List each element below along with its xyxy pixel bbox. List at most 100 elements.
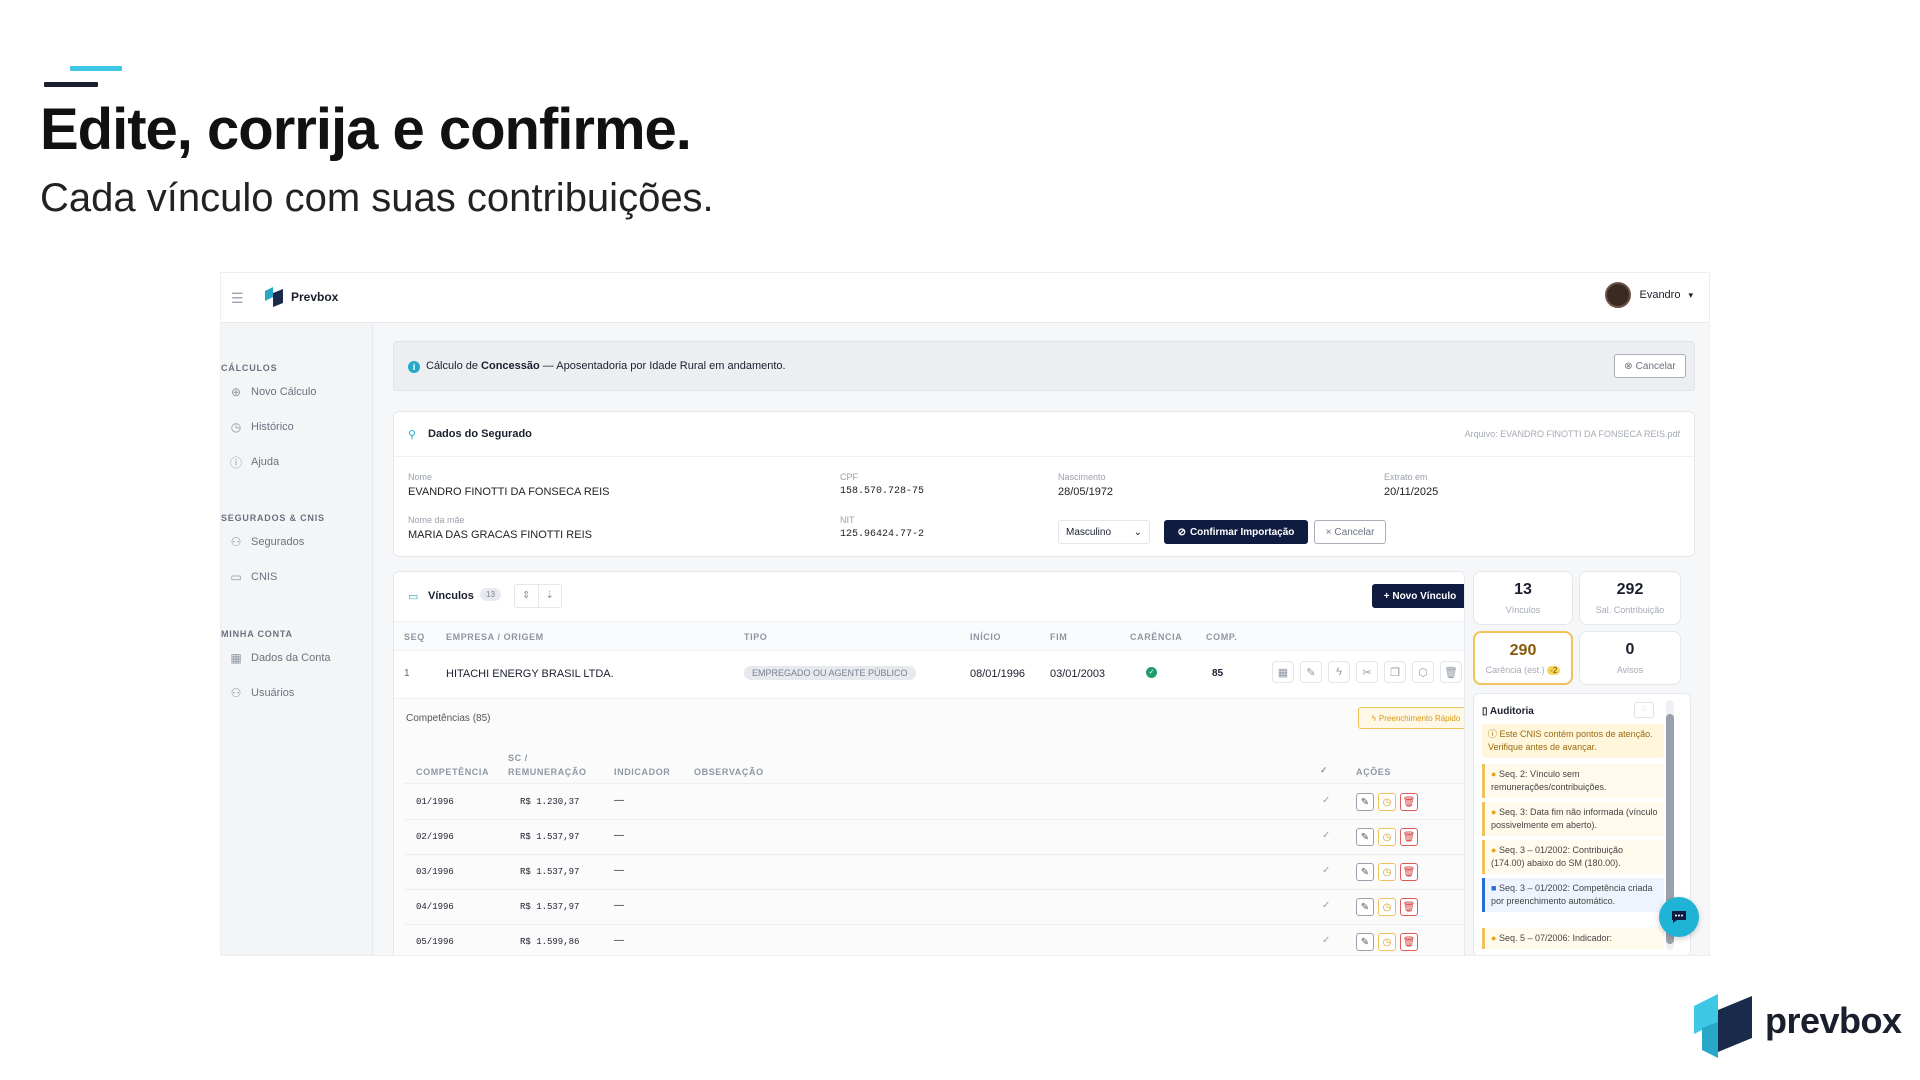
collapse-all-icon[interactable]: ⇣: [539, 585, 562, 607]
sidebar-item-label: Segurados: [251, 536, 305, 548]
calendar-icon[interactable]: ▦: [1272, 661, 1294, 683]
close-circle-icon: ⊗: [1624, 360, 1633, 372]
novo-vinculo-button[interactable]: + Novo Vínculo: [1372, 584, 1464, 608]
col-header-check: ✓: [1320, 765, 1329, 775]
stat-carencia: 290 Carência (est.) -2: [1473, 631, 1573, 685]
vinculos-card: ▭ Vínculos 13 ⇕ ⇣ + Novo Vínculo SEQ EMP…: [393, 571, 1465, 955]
close-icon: ×: [1325, 526, 1332, 538]
cancel-import-button[interactable]: × Cancelar: [1314, 520, 1386, 544]
col-header-acoes: AÇÕES: [1356, 767, 1392, 777]
subheadline: Cada vínculo com suas contribuições.: [40, 176, 714, 220]
confirm-import-button[interactable]: ⊘ Confirmar Importação: [1164, 520, 1308, 544]
trash-icon[interactable]: 🗑: [1400, 933, 1418, 951]
sidebar-item-cnis[interactable]: ▭ CNIS: [229, 570, 277, 584]
clock-icon[interactable]: ◷: [1378, 793, 1396, 811]
col-header-seq: SEQ: [404, 632, 425, 642]
edit-icon[interactable]: ✎: [1356, 933, 1374, 951]
warning-dot-icon: ●: [1491, 769, 1499, 779]
empresa-value: HITACHI ENERGY BRASIL LTDA.: [446, 668, 614, 680]
col-header-inicio: INÍCIO: [970, 632, 1002, 642]
users-icon: ⚇: [230, 535, 242, 549]
sidebar-section-conta: MINHA CONTA: [221, 629, 293, 639]
refresh-icon[interactable]: ◌: [1634, 702, 1654, 718]
nit-label: NIT: [840, 515, 855, 525]
col-header-comp: COMP.: [1206, 632, 1238, 642]
lightning-icon[interactable]: ϟ: [1328, 661, 1350, 683]
remuneracao-value: R$ 1.537,97: [520, 832, 580, 842]
sidebar-item-label: Dados da Conta: [251, 652, 331, 664]
menu-icon[interactable]: ☰: [231, 290, 244, 307]
plus-circle-icon: ⊕: [230, 385, 242, 399]
edit-icon[interactable]: ✎: [1356, 793, 1374, 811]
competencias-title: Competências (85): [406, 713, 491, 724]
competencia-row[interactable]: 05/1996 R$ 1.599,86 — ✓ ✎ ◷ 🗑: [404, 925, 1464, 955]
clock-icon[interactable]: ◷: [1378, 898, 1396, 916]
user-name: Evandro: [1639, 289, 1681, 301]
trash-icon[interactable]: 🗑: [1400, 863, 1418, 881]
sidebar-item-label: Novo Cálculo: [251, 386, 317, 398]
remuneracao-value: R$ 1.599,86: [520, 937, 580, 947]
indicador-value: —: [614, 865, 624, 876]
status-banner: i Cálculo de Concessão — Aposentadoria p…: [393, 341, 1695, 391]
competencia-row[interactable]: 04/1996 R$ 1.537,97 — ✓ ✎ ◷ 🗑: [404, 890, 1464, 925]
sidebar-item-historico[interactable]: ◷ Histórico: [229, 420, 294, 434]
cpf-value: 158.570.728-75: [840, 486, 925, 497]
indicador-value: —: [614, 830, 624, 841]
mae-value: MARIA DAS GRACAS FINOTTI REIS: [408, 529, 592, 541]
sidebar-item-segurados[interactable]: ⚇ Segurados: [229, 535, 305, 549]
folder-icon: ▭: [230, 570, 242, 584]
expand-all-icon[interactable]: ⇕: [515, 585, 539, 607]
clock-icon[interactable]: ◷: [1378, 863, 1396, 881]
trash-icon[interactable]: 🗑: [1400, 898, 1418, 916]
sidebar-item-usuarios[interactable]: ⚇ Usuários: [229, 686, 295, 700]
competencia-row[interactable]: 02/1996 R$ 1.537,97 — ✓ ✎ ◷ 🗑: [404, 820, 1464, 855]
competencia-value: 03/1996: [416, 867, 454, 877]
stat-avisos: 0 Avisos: [1579, 631, 1681, 685]
sidebar-item-novo-calculo[interactable]: ⊕ Novo Cálculo: [229, 385, 316, 399]
check-icon: ✓: [1322, 900, 1331, 911]
seq-value: 1: [404, 668, 410, 679]
avatar: [1605, 282, 1632, 308]
sidebar-item-label: Usuários: [251, 687, 295, 699]
chat-button[interactable]: [1659, 897, 1699, 937]
col-header-carencia: CARÊNCIA: [1130, 632, 1183, 642]
scissors-icon[interactable]: ✂: [1356, 661, 1378, 683]
clock-icon: ◷: [230, 420, 242, 434]
check-circle-icon: ⊘: [1177, 526, 1186, 538]
sidebar-item-dados-conta[interactable]: ▦ Dados da Conta: [229, 651, 331, 665]
edit-icon[interactable]: ✎: [1300, 661, 1322, 683]
preenchimento-rapido-button[interactable]: ϟ Preenchimento Rápido: [1358, 707, 1464, 729]
warning-dot-icon: ●: [1491, 807, 1499, 817]
alert-icon: ⓘ: [1488, 729, 1500, 739]
edit-icon[interactable]: ✎: [1356, 898, 1374, 916]
tipo-badge: EMPREGADO OU AGENTE PÚBLICO: [744, 666, 916, 680]
sidebar-item-label: CNIS: [251, 571, 278, 583]
competencia-value: 02/1996: [416, 832, 454, 842]
lightning-icon: ϟ: [1371, 713, 1376, 723]
inicio-value: 08/01/1996: [970, 668, 1026, 680]
indicador-value: —: [614, 795, 624, 806]
competencia-value: 04/1996: [416, 902, 454, 912]
col-header-empresa: EMPRESA / ORIGEM: [446, 632, 544, 642]
shield-icon[interactable]: ⬡: [1412, 661, 1434, 683]
edit-icon[interactable]: ✎: [1356, 828, 1374, 846]
cancel-calc-button[interactable]: ⊗ Cancelar: [1614, 354, 1686, 378]
edit-icon[interactable]: ✎: [1356, 863, 1374, 881]
clock-icon[interactable]: ◷: [1378, 933, 1396, 951]
col-header-remuneracao: REMUNERAÇÃO: [508, 767, 587, 777]
help-icon: ⓘ: [229, 455, 242, 470]
headline: Edite, corrija e confirme.: [40, 97, 692, 162]
competencia-row[interactable]: 01/1996 R$ 1.230,37 — ✓ ✎ ◷ 🗑: [404, 785, 1464, 820]
auditoria-note: ● Seq. 3 – 01/2002: Contribuição (174.00…: [1482, 840, 1664, 874]
copy-icon[interactable]: ❐: [1384, 661, 1406, 683]
clock-icon[interactable]: ◷: [1378, 828, 1396, 846]
trash-icon[interactable]: 🗑: [1400, 793, 1418, 811]
sidebar-item-ajuda[interactable]: ⓘ Ajuda: [229, 455, 279, 470]
trash-icon[interactable]: 🗑: [1400, 828, 1418, 846]
competencias-panel: Competências (85) ϟ Preenchimento Rápido …: [394, 698, 1464, 955]
sexo-select[interactable]: Masculino ⌄: [1058, 520, 1150, 544]
remuneracao-value: R$ 1.537,97: [520, 902, 580, 912]
competencia-row[interactable]: 03/1996 R$ 1.537,97 — ✓ ✎ ◷ 🗑: [404, 855, 1464, 890]
user-menu[interactable]: Evandro ▾: [1605, 282, 1693, 308]
trash-icon[interactable]: 🗑: [1440, 661, 1462, 683]
